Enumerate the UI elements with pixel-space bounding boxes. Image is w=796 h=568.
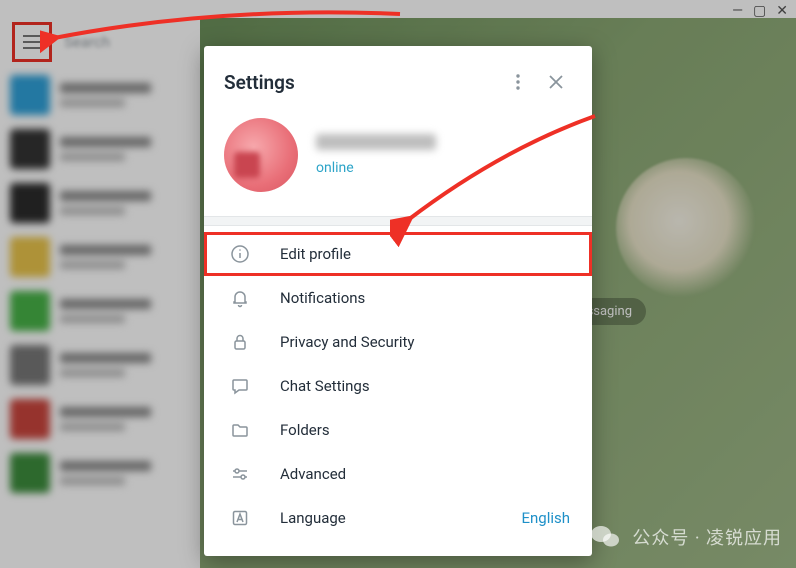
settings-title: Settings [224, 71, 502, 94]
chat-list-item[interactable] [0, 338, 200, 392]
window-maximize[interactable]: ▢ [753, 4, 766, 18]
watermark-text: 公众号 · 凌锐应用 [632, 524, 782, 550]
info-icon [226, 244, 254, 264]
lock-icon [226, 332, 254, 352]
profile-section[interactable]: online [204, 112, 592, 216]
menu-item-privacy[interactable]: Privacy and Security [204, 320, 592, 364]
menu-label: Chat Settings [280, 377, 570, 395]
window-controls: — ▢ ✕ [732, 4, 788, 18]
menu-item-language[interactable]: Language English [204, 496, 592, 540]
menu-label: Advanced [280, 465, 570, 483]
hamburger-icon [22, 34, 42, 50]
topbar: Search [0, 18, 200, 66]
settings-panel: Settings online Edit profile Notificatio… [204, 46, 592, 556]
kebab-icon [516, 74, 520, 90]
folder-icon [226, 420, 254, 440]
close-icon [549, 75, 563, 89]
menu-item-chat-settings[interactable]: Chat Settings [204, 364, 592, 408]
menu-label: Privacy and Security [280, 333, 570, 351]
menu-item-notifications[interactable]: Notifications [204, 276, 592, 320]
chat-list-item[interactable] [0, 176, 200, 230]
chat-list-item[interactable] [0, 230, 200, 284]
wechat-icon [588, 520, 622, 554]
menu-button[interactable] [12, 22, 52, 62]
search-input[interactable]: Search [64, 33, 110, 51]
language-icon [226, 508, 254, 528]
chat-icon [226, 376, 254, 396]
section-divider [204, 216, 592, 226]
profile-status: online [316, 160, 436, 176]
menu-label: Language [280, 509, 521, 527]
bell-icon [226, 288, 254, 308]
menu-item-advanced[interactable]: Advanced [204, 452, 592, 496]
close-button[interactable] [540, 66, 572, 98]
chat-list-item[interactable] [0, 446, 200, 500]
profile-info: online [316, 134, 436, 176]
settings-header: Settings [204, 46, 592, 112]
chat-list-item[interactable] [0, 392, 200, 446]
chat-list-item[interactable] [0, 68, 200, 122]
window-close[interactable]: ✕ [776, 4, 788, 18]
window-minimize[interactable]: — [732, 4, 743, 18]
menu-label: Notifications [280, 289, 570, 307]
menu-label: Folders [280, 421, 570, 439]
settings-menu: Edit profile Notifications Privacy and S… [204, 226, 592, 546]
profile-avatar [224, 118, 298, 192]
watermark: 公众号 · 凌锐应用 [588, 520, 782, 554]
chat-list [0, 68, 200, 568]
menu-item-folders[interactable]: Folders [204, 408, 592, 452]
menu-value: English [521, 509, 570, 527]
menu-label: Edit profile [280, 245, 570, 263]
chat-list-item[interactable] [0, 284, 200, 338]
menu-item-edit-profile[interactable]: Edit profile [204, 232, 592, 276]
sliders-icon [226, 464, 254, 484]
background-flower [616, 158, 756, 298]
chat-list-item[interactable] [0, 122, 200, 176]
more-options-button[interactable] [502, 66, 534, 98]
profile-name [316, 134, 436, 150]
